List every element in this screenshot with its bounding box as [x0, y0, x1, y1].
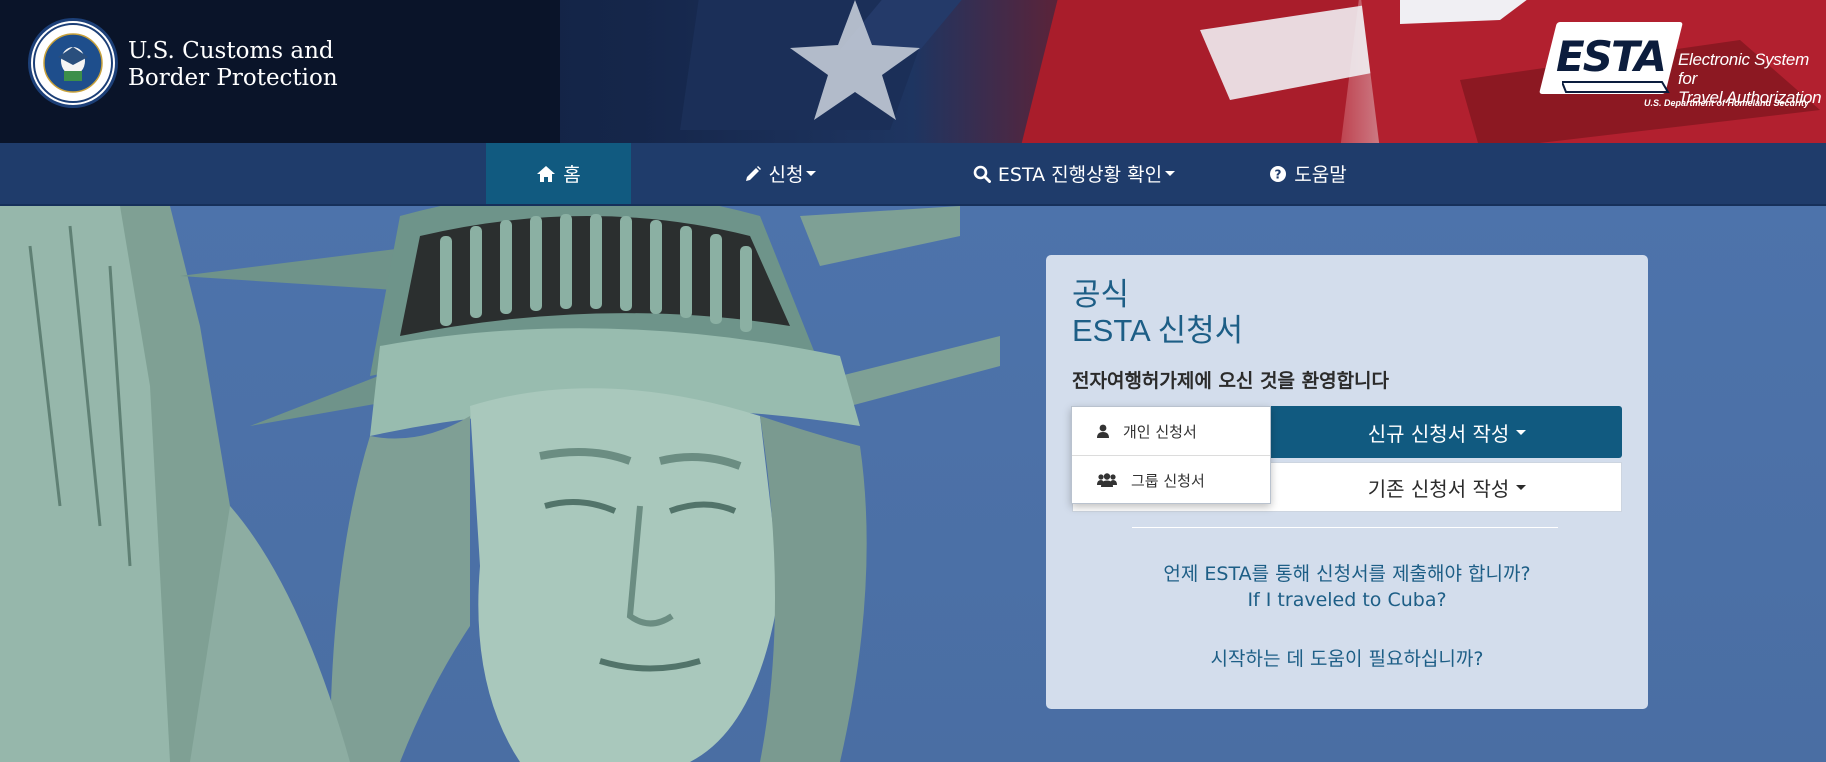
- existing-application-label: 기존 신청서 작성: [1367, 476, 1510, 501]
- statue-of-liberty-image: [0, 206, 1000, 762]
- seal-ring: [33, 23, 113, 103]
- link-cuba-travel[interactable]: If I traveled to Cuba?: [1046, 589, 1648, 611]
- agency-name-line2: Border Protection: [128, 65, 338, 91]
- dropdown-item-individual-label: 개인 신청서: [1123, 422, 1197, 441]
- esta-swoosh-icon: [1562, 81, 1670, 93]
- nav-check-status[interactable]: ESTA 진행상황 확인: [968, 143, 1180, 204]
- esta-subtitle-line1: Electronic System for: [1678, 50, 1809, 88]
- nav-help[interactable]: ? 도움말: [1248, 143, 1368, 204]
- esta-logo-dept: U.S. Department of Homeland Security: [1644, 98, 1810, 108]
- chevron-down-icon: [806, 171, 817, 176]
- user-icon: [1097, 424, 1109, 438]
- chevron-down-icon: [1165, 171, 1176, 176]
- main-navbar: 홈 신청 ESTA 진행상황 확인 ? 도움말: [0, 143, 1826, 206]
- nav-home-label: 홈: [563, 164, 581, 186]
- dhs-seal-logo[interactable]: [28, 18, 118, 108]
- esta-logo-word: ESTA: [1556, 32, 1667, 81]
- home-icon: [537, 165, 556, 182]
- site-header: U.S. Customs and Border Protection ESTA …: [0, 0, 1826, 143]
- new-application-label: 신규 신청서 작성: [1367, 421, 1510, 446]
- link-help-getting-started[interactable]: 시작하는 데 도움이 필요하십니까?: [1046, 644, 1648, 671]
- nav-check-status-label: ESTA 진행상황 확인: [997, 164, 1163, 186]
- nav-help-label: 도움말: [1294, 164, 1347, 186]
- nav-home[interactable]: 홈: [486, 143, 631, 204]
- dropdown-item-group-label: 그룹 신청서: [1131, 471, 1205, 490]
- users-icon: [1097, 473, 1117, 487]
- new-application-dropdown: 개인 신청서 그룹 신청서: [1071, 406, 1271, 504]
- pencil-icon: [745, 165, 761, 181]
- link-when-to-apply[interactable]: 언제 ESTA를 통해 신청서를 제출해야 합니까?: [1046, 559, 1648, 586]
- nav-apply[interactable]: 신청: [730, 143, 830, 204]
- dropdown-item-group[interactable]: 그룹 신청서: [1072, 456, 1270, 504]
- panel-title: 공식 ESTA 신청서: [1072, 277, 1243, 349]
- agency-name-line1: U.S. Customs and: [128, 38, 334, 64]
- welcome-message: 전자여행허가제에 오신 것을 환영합니다: [1072, 370, 1390, 392]
- help-circle-icon: ?: [1270, 165, 1287, 182]
- chevron-down-icon: [1516, 484, 1527, 490]
- chevron-down-icon: [1516, 429, 1527, 435]
- dropdown-item-individual[interactable]: 개인 신청서: [1072, 407, 1270, 455]
- panel-title-line2: ESTA 신청서: [1072, 313, 1244, 348]
- agency-name[interactable]: U.S. Customs and Border Protection: [128, 38, 338, 92]
- esta-logo[interactable]: ESTA Electronic System for Travel Author…: [1539, 18, 1826, 113]
- nav-apply-label: 신청: [768, 164, 804, 186]
- panel-title-line1: 공식: [1072, 277, 1130, 312]
- svg-text:?: ?: [1275, 167, 1282, 181]
- panel-divider: [1132, 527, 1558, 528]
- search-icon: [973, 165, 991, 183]
